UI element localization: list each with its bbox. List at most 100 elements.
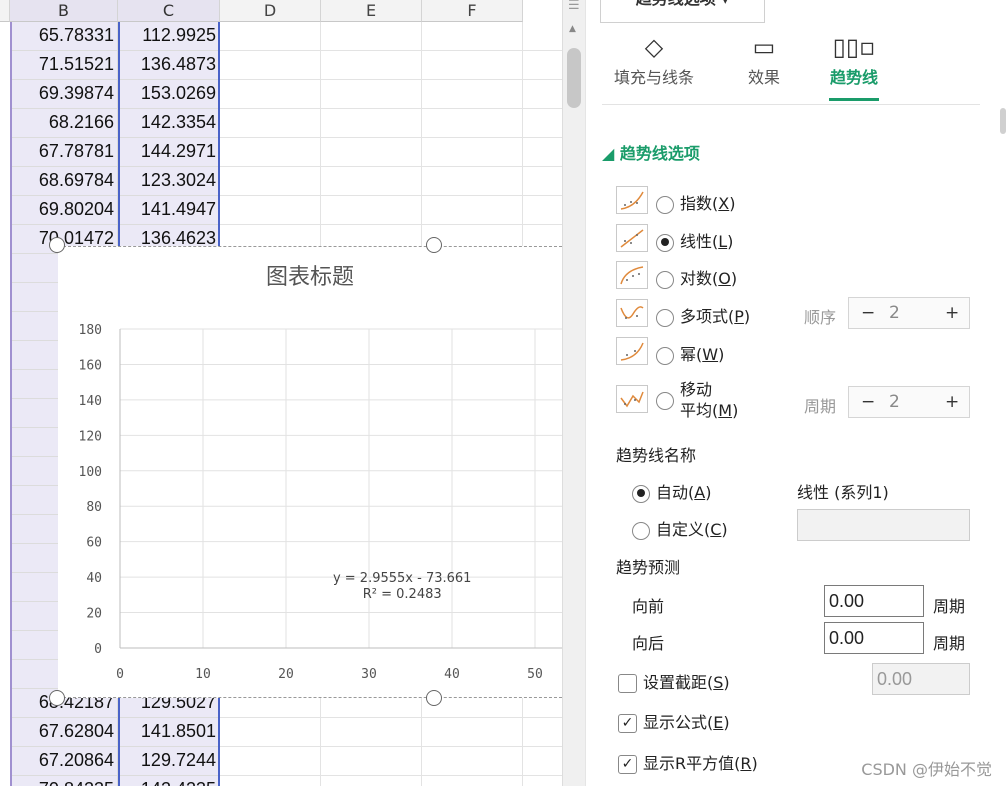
tab-label: 填充与线条	[613, 68, 694, 87]
cell-c6[interactable]: 123.3024	[118, 167, 220, 196]
cell-b5[interactable]: 67.78781	[10, 138, 118, 167]
trend-exponential-option[interactable]: 指数(X)	[656, 190, 735, 214]
y-tick-label: 20	[86, 607, 102, 622]
cell-c26[interactable]: 129.7244	[118, 747, 220, 776]
order-increment-button[interactable]: +	[945, 303, 959, 323]
linear-trend-icon	[616, 224, 648, 252]
cell-c7[interactable]: 141.4947	[118, 196, 220, 225]
active-tab-indicator	[829, 98, 879, 101]
cell-c27[interactable]: 142.4235	[118, 776, 220, 786]
cell-b4[interactable]: 68.2166	[10, 109, 118, 138]
watermark: CSDN @伊始不觉	[861, 760, 992, 779]
resize-handle-bottom-mid[interactable]	[426, 690, 442, 706]
radio-auto[interactable]	[632, 484, 650, 503]
tab-trendline[interactable]: ▯▯▫ 趋势线	[804, 30, 904, 101]
order-decrement-button[interactable]: −	[861, 303, 875, 323]
radio-moving-average[interactable]	[656, 391, 674, 410]
cell-b25[interactable]: 67.62804	[10, 718, 118, 747]
resize-handle-top-left[interactable]	[49, 237, 65, 253]
auto-name-value: 线性 (系列1)	[797, 483, 889, 502]
x-tick-label: 40	[444, 667, 460, 682]
trend-moving-average-option[interactable]	[656, 390, 680, 410]
radio-exponential[interactable]	[656, 195, 674, 214]
row-gridline	[220, 195, 562, 196]
vertical-scrollbar[interactable]: ☰ ▲	[562, 0, 586, 786]
cell-c1[interactable]: 112.9925	[118, 22, 220, 51]
resize-handle-top-mid[interactable]	[426, 237, 442, 253]
trend-linear-option[interactable]: 线性(L)	[656, 228, 733, 252]
chart-object[interactable]: 图表标题 0 20 40 60 80 100 120 140 160 180 0 10 20 30 40 50…	[58, 246, 562, 698]
column-header-e[interactable]: E	[321, 0, 422, 22]
radio-power[interactable]	[656, 346, 674, 365]
pane-title-tab[interactable]: 趋势线选项 ▾	[600, 0, 765, 23]
name-auto-option[interactable]: 自动(A)	[632, 479, 711, 503]
exponential-trend-icon	[616, 186, 648, 214]
cell-c2[interactable]: 136.4873	[118, 51, 220, 80]
period-decrement-button[interactable]: −	[861, 392, 875, 412]
column-header-f[interactable]: F	[422, 0, 523, 22]
x-tick-label: 10	[195, 667, 211, 682]
column-header-d[interactable]: D	[220, 0, 321, 22]
scroll-thumb[interactable]	[567, 48, 581, 108]
tab-label: 效果	[747, 68, 780, 87]
column-header-b[interactable]: B	[10, 0, 118, 22]
cell-b3[interactable]: 69.39874	[10, 80, 118, 109]
order-value[interactable]: 2	[889, 303, 900, 323]
order-label: 顺序	[804, 308, 837, 327]
cell-b1[interactable]: 65.78331	[10, 22, 118, 51]
spreadsheet-grid[interactable]: BCDEF 65.78331 112.9925 71.51521 136.4873 69…	[0, 0, 562, 786]
period-increment-button[interactable]: +	[945, 392, 959, 412]
bar-chart-icon: ▯▯▫	[832, 33, 876, 61]
cell-b2[interactable]: 71.51521	[10, 51, 118, 80]
cell-c3[interactable]: 153.0269	[118, 80, 220, 109]
cell-b27[interactable]: 70.84235	[10, 776, 118, 786]
resize-handle-bottom-left[interactable]	[49, 690, 65, 706]
x-tick-label: 50	[527, 667, 543, 682]
radio-custom[interactable]	[632, 521, 650, 540]
row-gridline	[220, 108, 562, 109]
effects-icon: ▭	[752, 33, 776, 61]
row-gridline	[220, 50, 562, 51]
cell-c5[interactable]: 144.2971	[118, 138, 220, 167]
forward-unit: 周期	[933, 597, 966, 616]
trend-power-option[interactable]: 幂(W)	[656, 341, 724, 365]
cell-b6[interactable]: 68.69784	[10, 167, 118, 196]
forward-periods-input[interactable]: 0.00	[824, 585, 924, 617]
tab-effects[interactable]: ▭ 效果	[714, 30, 814, 88]
order-stepper[interactable]: − 2 +	[848, 297, 970, 329]
show-equation-option[interactable]: ✓ 显示公式(E)	[618, 709, 730, 733]
backward-periods-input[interactable]: 0.00	[824, 622, 924, 654]
radio-linear[interactable]	[656, 233, 674, 252]
trendline-equation[interactable]: y = 2.9555x - 73.661	[333, 571, 471, 586]
show-r2-option[interactable]: ✓ 显示R平方值(R)	[618, 750, 758, 774]
radio-polynomial[interactable]	[656, 308, 674, 327]
show-equation-checkbox[interactable]: ✓	[618, 714, 637, 733]
custom-name-input[interactable]	[797, 509, 970, 541]
cell-c25[interactable]: 141.8501	[118, 718, 220, 747]
intercept-input[interactable]: 0.00	[872, 663, 970, 695]
set-intercept-option[interactable]: 设置截距(S)	[618, 669, 730, 693]
menu-icon[interactable]: ☰	[568, 0, 580, 13]
period-value[interactable]: 2	[889, 392, 900, 412]
trend-polynomial-option[interactable]: 多项式(P)	[656, 303, 750, 327]
y-tick-label: 100	[79, 465, 102, 480]
scroll-up-icon[interactable]: ▲	[569, 24, 576, 34]
cell-b26[interactable]: 67.20864	[10, 747, 118, 776]
radio-log[interactable]	[656, 270, 674, 289]
cell-c4[interactable]: 142.3354	[118, 109, 220, 138]
fill-bucket-icon: ◇	[644, 33, 664, 61]
row-gridline	[220, 137, 562, 138]
trend-log-option[interactable]: 对数(O)	[656, 265, 737, 289]
power-trend-icon	[616, 337, 648, 365]
tab-fill-line[interactable]: ◇ 填充与线条	[604, 30, 704, 88]
pane-scrollbar[interactable]	[1000, 108, 1006, 134]
period-stepper[interactable]: − 2 +	[848, 386, 970, 418]
section-header-trendline-options[interactable]: ◢ 趋势线选项	[602, 140, 700, 164]
cell-b7[interactable]: 69.80204	[10, 196, 118, 225]
plot-area[interactable]: 0 20 40 60 80 100 120 140 160 180 0 10 20 30 40 50 y = 2…	[58, 247, 562, 699]
intercept-checkbox[interactable]	[618, 674, 637, 693]
column-header-c[interactable]: C	[118, 0, 220, 22]
show-r2-checkbox[interactable]: ✓	[618, 755, 637, 774]
name-custom-option[interactable]: 自定义(C)	[632, 516, 728, 540]
trendline-r-squared[interactable]: R² = 0.2483	[363, 587, 442, 602]
